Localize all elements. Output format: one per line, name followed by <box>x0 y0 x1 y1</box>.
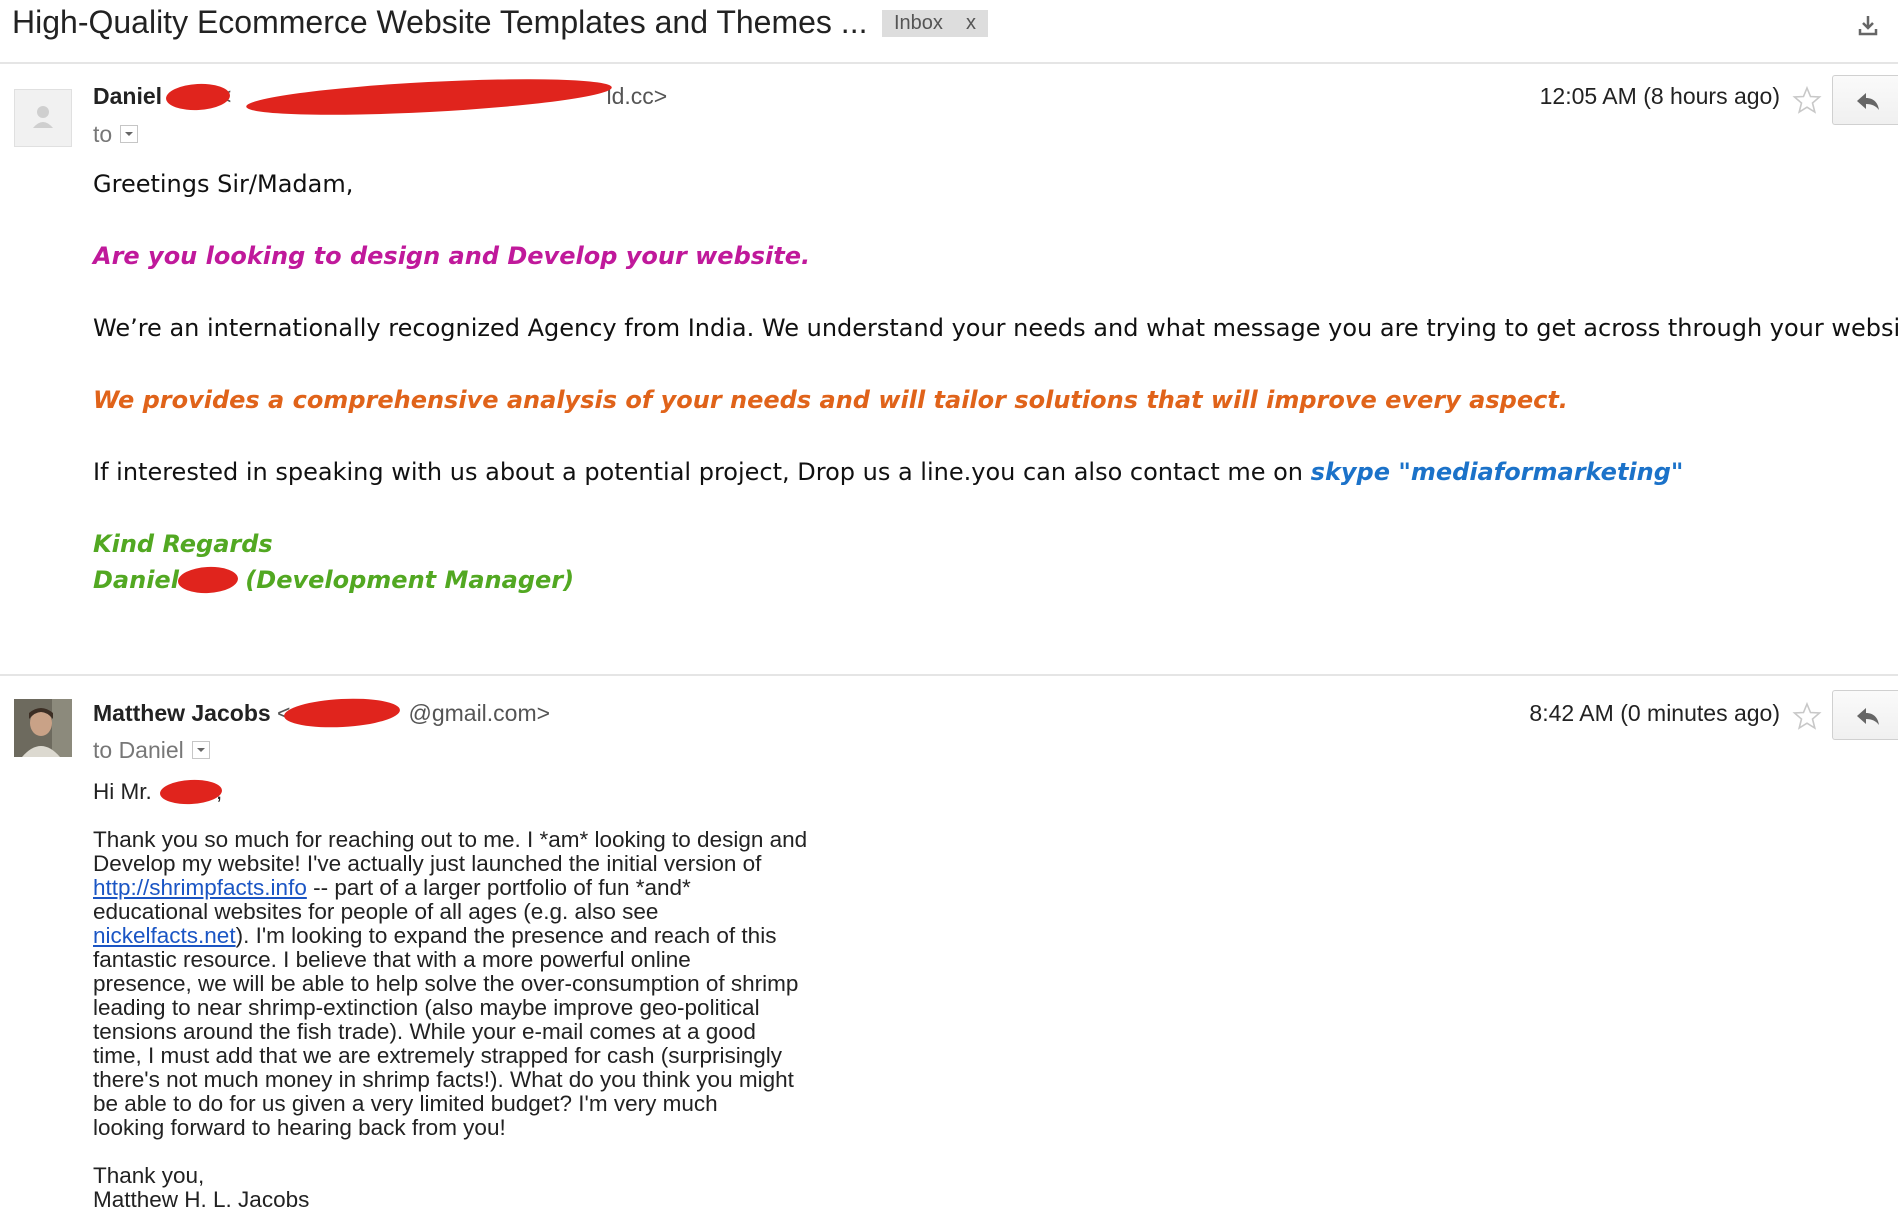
regards-text: Kind Regards <box>93 530 273 558</box>
recipient-line: to Daniel <box>93 737 210 764</box>
shrimpfacts-link[interactable]: http://shrimpfacts.info <box>93 875 307 900</box>
message-timestamp: 12:05 AM (8 hours ago) <box>1539 83 1780 109</box>
chevron-down-icon[interactable] <box>191 740 210 759</box>
reply-icon <box>1857 708 1879 725</box>
recipient-label: to Daniel <box>93 737 184 763</box>
body-paragraph: Thank you so much for reaching out to me… <box>93 828 943 1140</box>
message-1: Daniel<ld.cc> to 12:05 AM (8 hours ago) … <box>0 66 1898 676</box>
inbox-label-text: Inbox <box>894 12 943 34</box>
chevron-down-icon[interactable] <box>120 124 139 143</box>
greeting-text: Greetings Sir/Madam, <box>93 170 354 198</box>
sender-avatar <box>14 699 72 757</box>
message-body: Thank you so much for reaching out to me… <box>93 828 943 1140</box>
download-icon[interactable] <box>1857 14 1879 36</box>
remove-label-button[interactable]: x <box>966 10 976 37</box>
thread-subject: High-Quality Ecommerce Website Templates… <box>12 4 868 40</box>
sender-email-tail: @gmail.com> <box>408 700 551 726</box>
star-icon[interactable] <box>1792 701 1822 731</box>
redaction-mark <box>245 72 613 122</box>
recipient-label: to <box>93 121 113 147</box>
star-icon[interactable] <box>1792 85 1822 115</box>
intro-text: We’re an internationally recognized Agen… <box>93 314 1898 342</box>
sender-email-tail: ld.cc> <box>606 83 668 109</box>
reply-icon <box>1857 93 1879 110</box>
greeting-text: Hi Mr. <box>93 779 158 804</box>
sender-name: Matthew Jacobs <box>93 700 271 726</box>
closing-text: Thank you, <box>93 1163 205 1188</box>
signature-line: Daniel (Development Manager) <box>93 562 574 598</box>
offer-text: We provides a comprehensive analysis of … <box>93 386 1568 414</box>
skype-contact: skype "mediaformarketing" <box>1310 458 1684 486</box>
person-icon <box>14 89 72 147</box>
reply-button[interactable] <box>1832 690 1898 740</box>
signature-text: Matthew H. L. Jacobs <box>93 1187 310 1212</box>
sender-name: Daniel <box>93 83 163 109</box>
inbox-label[interactable]: Inbox x <box>882 10 988 37</box>
thread-header: High-Quality Ecommerce Website Templates… <box>0 0 1898 64</box>
recipient-line: to <box>93 121 139 148</box>
signature-title: (Development Manager) <box>245 566 575 594</box>
message-2: Matthew Jacobs <@gmail.com> to Daniel 8:… <box>0 678 1898 1224</box>
body-text: Thank you so much for reaching out to me… <box>93 827 808 876</box>
reply-button[interactable] <box>1832 75 1898 125</box>
nickelfacts-link[interactable]: nickelfacts.net <box>93 923 236 948</box>
message-timestamp: 8:42 AM (0 minutes ago) <box>1529 700 1780 726</box>
body-text: ). I'm looking to expand the presence an… <box>93 923 799 1140</box>
contact-text: If interested in speaking with us about … <box>93 458 1311 486</box>
question-text: Are you looking to design and Develop yo… <box>93 242 811 270</box>
signature-name: Daniel <box>93 566 188 594</box>
contact-line: If interested in speaking with us about … <box>93 454 1683 490</box>
